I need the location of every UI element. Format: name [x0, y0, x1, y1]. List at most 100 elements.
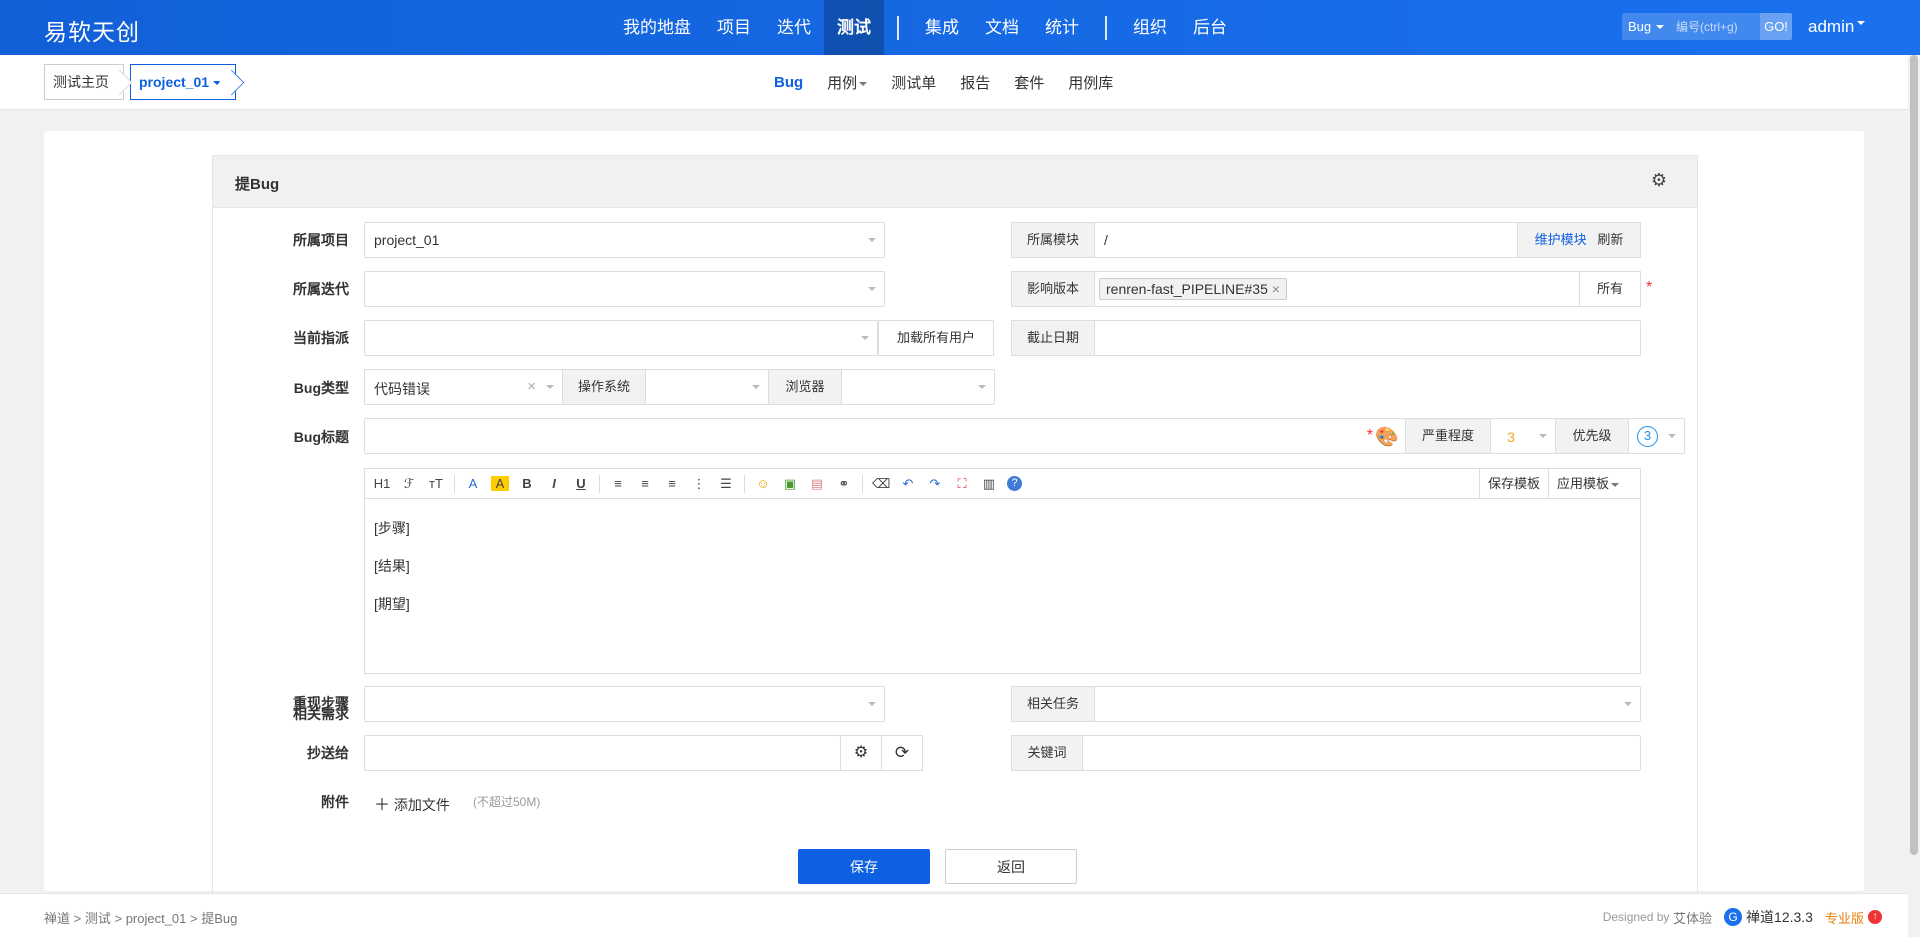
- story-select[interactable]: [364, 686, 885, 722]
- gear-icon[interactable]: ⚙: [840, 735, 882, 771]
- ordered-list-icon[interactable]: ⋮: [690, 476, 708, 492]
- nav-item-my[interactable]: 我的地盘: [610, 0, 704, 55]
- upgrade-icon[interactable]: ↑: [1868, 910, 1882, 924]
- mailto-select[interactable]: [364, 735, 841, 771]
- nav-item-admin[interactable]: 后台: [1180, 0, 1240, 55]
- deadline-input[interactable]: [1094, 320, 1641, 356]
- chevron-down-icon: [752, 385, 760, 393]
- subnav-bug[interactable]: Bug: [762, 74, 815, 91]
- refresh-icon[interactable]: ⟳: [881, 735, 923, 771]
- footer-crumb[interactable]: project_01: [126, 911, 187, 926]
- nav-item-execution[interactable]: 迭代: [764, 0, 824, 55]
- footer: 禅道 > 测试 > project_01 > 提Bug Designed by …: [0, 893, 1908, 937]
- chevron-down-icon: [861, 336, 869, 344]
- subnav-caselib[interactable]: 用例库: [1056, 72, 1125, 93]
- page-scrollbar[interactable]: [1908, 55, 1920, 937]
- image-icon[interactable]: ▣: [781, 476, 799, 492]
- os-select[interactable]: [645, 369, 769, 405]
- font-family-icon[interactable]: ℱ: [400, 476, 418, 492]
- breadcrumb-label: project_01: [139, 74, 210, 90]
- subnav-suite[interactable]: 套件: [1002, 72, 1056, 93]
- editor-content[interactable]: [步骤] [结果] [期望]: [365, 499, 1640, 633]
- steps-editor[interactable]: H1 ℱ тT A A B I U ≡ ≡ ≡ ⋮ ☰ ☺ ▣ ▤ ⚭ ⌫ ↶ …: [364, 468, 1641, 674]
- nav-item-qa[interactable]: 测试: [824, 0, 884, 55]
- nav-item-ci[interactable]: 集成: [912, 0, 972, 55]
- task-select[interactable]: [1094, 686, 1641, 722]
- footer-crumb[interactable]: 禅道: [44, 911, 70, 926]
- unordered-list-icon[interactable]: ☰: [717, 476, 735, 492]
- designer-link[interactable]: 艾体验: [1673, 908, 1712, 927]
- subnav-report[interactable]: 报告: [948, 72, 1002, 93]
- search-input[interactable]: [1670, 13, 1760, 40]
- product-select[interactable]: project_01: [364, 222, 885, 258]
- gear-icon[interactable]: ⚙: [1651, 170, 1667, 191]
- footer-crumb[interactable]: 测试: [85, 911, 111, 926]
- build-multiselect[interactable]: renren-fast_PIPELINE#35 ×: [1094, 271, 1580, 307]
- build-chip-label: renren-fast_PIPELINE#35: [1106, 281, 1268, 297]
- eraser-icon[interactable]: ⌫: [872, 476, 890, 492]
- back-button[interactable]: 返回: [945, 849, 1077, 884]
- build-all-button[interactable]: 所有: [1579, 271, 1641, 307]
- add-file-button[interactable]: ＋ 添加文件: [374, 791, 450, 815]
- help-icon[interactable]: ?: [1007, 476, 1022, 491]
- breadcrumb-project-switcher[interactable]: project_01: [130, 64, 237, 100]
- highlight-icon[interactable]: A: [491, 476, 509, 491]
- palette-icon[interactable]: 🎨: [1375, 425, 1399, 449]
- save-button[interactable]: 保存: [798, 849, 930, 884]
- breadcrumb-qa-home[interactable]: 测试主页: [44, 64, 124, 100]
- keywords-input[interactable]: [1082, 735, 1641, 771]
- italic-icon[interactable]: I: [545, 476, 563, 491]
- align-left-icon[interactable]: ≡: [609, 476, 627, 491]
- bold-icon[interactable]: B: [518, 476, 536, 491]
- link-icon[interactable]: ⚭: [835, 476, 853, 492]
- redo-icon[interactable]: ↷: [926, 476, 944, 492]
- underline-icon[interactable]: U: [572, 476, 590, 491]
- footer-crumb: 提Bug: [201, 911, 238, 926]
- brand-logo[interactable]: 易软天创: [44, 13, 140, 47]
- global-search: Bug GO!: [1622, 13, 1792, 40]
- subnav-testtask[interactable]: 测试单: [879, 72, 948, 93]
- nav-divider: [897, 15, 899, 40]
- nav-item-project[interactable]: 项目: [704, 0, 764, 55]
- heading-icon[interactable]: H1: [373, 476, 391, 491]
- align-center-icon[interactable]: ≡: [636, 476, 654, 491]
- paste-icon[interactable]: ▥: [980, 476, 998, 492]
- search-go-button[interactable]: GO!: [1760, 13, 1792, 40]
- font-color-icon[interactable]: A: [464, 476, 482, 491]
- severity-select[interactable]: 3: [1490, 418, 1556, 454]
- chevron-down-icon: [1668, 434, 1676, 442]
- close-icon[interactable]: ×: [1272, 281, 1280, 297]
- fullscreen-icon[interactable]: ⛶: [953, 476, 971, 492]
- emoji-icon[interactable]: ☺: [754, 476, 772, 491]
- align-right-icon[interactable]: ≡: [663, 476, 681, 491]
- search-type-dropdown[interactable]: Bug: [1622, 13, 1670, 40]
- subnav-case[interactable]: 用例: [815, 72, 879, 93]
- nav-item-doc[interactable]: 文档: [972, 0, 1032, 55]
- bug-type-select[interactable]: 代码错误 ×: [364, 369, 563, 405]
- assign-select[interactable]: [364, 320, 878, 356]
- font-size-icon[interactable]: тT: [427, 476, 445, 491]
- bug-title-input[interactable]: * 🎨: [364, 418, 1406, 454]
- nav-item-company[interactable]: 组织: [1120, 0, 1180, 55]
- top-navbar: 易软天创 我的地盘 项目 迭代 测试 集成 文档 统计 组织 后台 Bug GO…: [0, 0, 1920, 55]
- apply-template-dropdown[interactable]: 应用模板: [1548, 469, 1640, 498]
- maintain-module-link[interactable]: 维护模块: [1535, 232, 1587, 247]
- nav-item-report[interactable]: 统计: [1032, 0, 1092, 55]
- scrollbar-thumb[interactable]: [1910, 55, 1918, 855]
- undo-icon[interactable]: ↶: [899, 476, 917, 492]
- execution-select[interactable]: [364, 271, 885, 307]
- user-menu[interactable]: admin: [1808, 17, 1865, 37]
- clear-icon[interactable]: ×: [527, 378, 536, 395]
- table-icon[interactable]: ▤: [808, 476, 826, 492]
- load-all-users-button[interactable]: 加载所有用户: [878, 320, 994, 356]
- edition-link[interactable]: 专业版: [1825, 908, 1864, 927]
- browser-select[interactable]: [841, 369, 995, 405]
- priority-select[interactable]: 3: [1628, 418, 1685, 454]
- version-text[interactable]: 禅道12.3.3: [1746, 907, 1813, 927]
- save-template-button[interactable]: 保存模板: [1478, 469, 1548, 498]
- module-select[interactable]: /: [1094, 222, 1562, 258]
- os-label: 操作系统: [562, 369, 646, 405]
- chevron-down-icon: [1611, 482, 1620, 491]
- required-mark: *: [1366, 427, 1373, 444]
- refresh-module-link[interactable]: 刷新: [1597, 232, 1623, 247]
